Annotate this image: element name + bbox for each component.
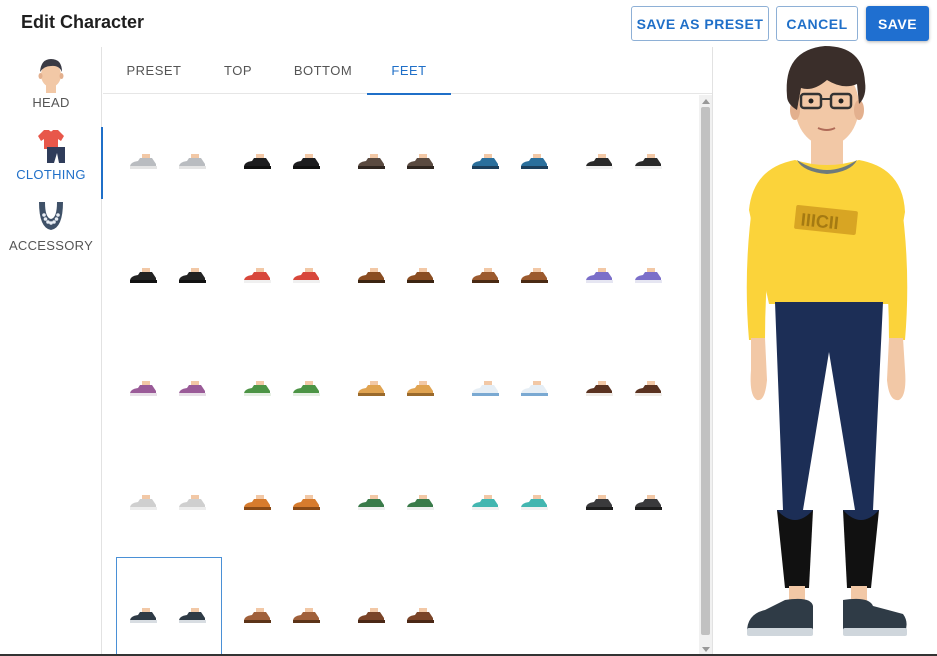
shoe-option-teal-sneaker[interactable] [458,444,564,544]
necklace-icon [39,202,63,230]
shoe-option-tan-loafer[interactable] [458,217,564,317]
shoe-thumbnail-icon [358,381,434,396]
shoe-option-tan-boot[interactable] [344,330,450,430]
shoe-thumbnail-icon [244,608,320,623]
shoe-thumbnail-icon [244,495,320,510]
scroll-up-icon[interactable] [702,99,710,104]
shoe-option-black-white-sandal[interactable] [572,103,678,203]
svg-text:IIICII: IIICII [800,209,840,233]
category-head-label: HEAD [32,95,70,110]
shoe-thumbnail-icon [586,381,662,396]
shoe-thumbnail-icon [244,154,320,169]
shoe-option-brown-sandal[interactable] [230,557,336,656]
tab-bottom[interactable]: BOTTOM [281,47,365,94]
save-button[interactable]: SAVE [866,6,929,41]
shoe-option-charcoal-shoe[interactable] [572,444,678,544]
shoe-option-orange-sandal[interactable] [230,444,336,544]
shoe-option-white-blue-sneaker[interactable] [458,330,564,430]
shoe-option-grey-sneaker[interactable] [116,103,222,203]
shoe-thumbnail-icon [472,495,548,510]
shoe-thumbnail-icon [358,608,434,623]
category-clothing-label: CLOTHING [16,167,86,182]
shoe-option-black-flat[interactable] [116,217,222,317]
tab-feet[interactable]: FEET [367,47,451,95]
scroll-down-icon[interactable] [702,647,710,652]
shoe-thumbnail-icon [130,381,206,396]
edit-character-window: Edit Character SAVE AS PRESET CANCEL SAV… [0,0,937,656]
shoe-thumbnail-icon [472,381,548,396]
head-icon [38,59,64,93]
shoe-option-red-white-sneaker[interactable] [230,217,336,317]
category-accessory-label: ACCESSORY [8,238,94,253]
shoe-option-green-stripe-sneaker[interactable] [344,444,450,544]
shoe-option-brown-loafer[interactable] [344,217,450,317]
shoe-thumbnail-icon [130,495,206,510]
character-figure: IIICII [746,46,908,636]
shoe-thumbnail-icon [586,268,662,283]
shoe-grid [103,95,699,656]
shoe-thumbnail-icon [130,608,206,623]
shoe-option-black-dress-shoe[interactable] [230,103,336,203]
shoe-thumbnail-icon [358,154,434,169]
clothing-tabs: PRESET TOP BOTTOM FEET [103,47,713,95]
shoe-option-dark-brown-shoe[interactable] [344,103,450,203]
shoe-option-purple-sneaker[interactable] [572,217,678,317]
tab-preset[interactable]: PRESET [115,47,193,94]
shoe-thumbnail-icon [130,154,206,169]
category-nav: HEAD CLOTHING ACCESSORY [0,47,103,656]
shoe-thumbnail-icon [130,268,206,283]
shoe-thumbnail-icon [244,268,320,283]
shoe-thumbnail-icon [244,381,320,396]
shoe-option-light-grey-sneaker[interactable] [116,444,222,544]
shoe-thumbnail-icon [586,154,662,169]
category-head[interactable]: HEAD [0,55,102,125]
page-title: Edit Character [21,12,145,32]
shoe-option-brown-clog[interactable] [344,557,450,656]
shoe-thumbnail-icon [358,495,434,510]
character-preview: IIICII [713,40,937,656]
grid-scrollbar[interactable] [699,95,712,656]
shoe-option-blue-shoe[interactable] [458,103,564,203]
shoe-option-green-sneaker[interactable] [230,330,336,430]
clothing-icon [38,130,65,163]
save-as-preset-button[interactable]: SAVE AS PRESET [631,6,769,41]
shoe-thumbnail-icon [358,268,434,283]
shoe-option-navy-sneaker[interactable] [116,557,222,656]
category-accessory[interactable]: ACCESSORY [0,198,102,268]
shoe-option-mauve-sneaker[interactable] [116,330,222,430]
category-clothing[interactable]: CLOTHING [0,127,103,199]
shoe-option-brown-boot[interactable] [572,330,678,430]
cancel-button[interactable]: CANCEL [776,6,858,41]
shoe-thumbnail-icon [586,495,662,510]
tab-top[interactable]: TOP [203,47,273,94]
scroll-thumb[interactable] [701,107,710,635]
shoe-thumbnail-icon [472,268,548,283]
shoe-thumbnail-icon [472,154,548,169]
